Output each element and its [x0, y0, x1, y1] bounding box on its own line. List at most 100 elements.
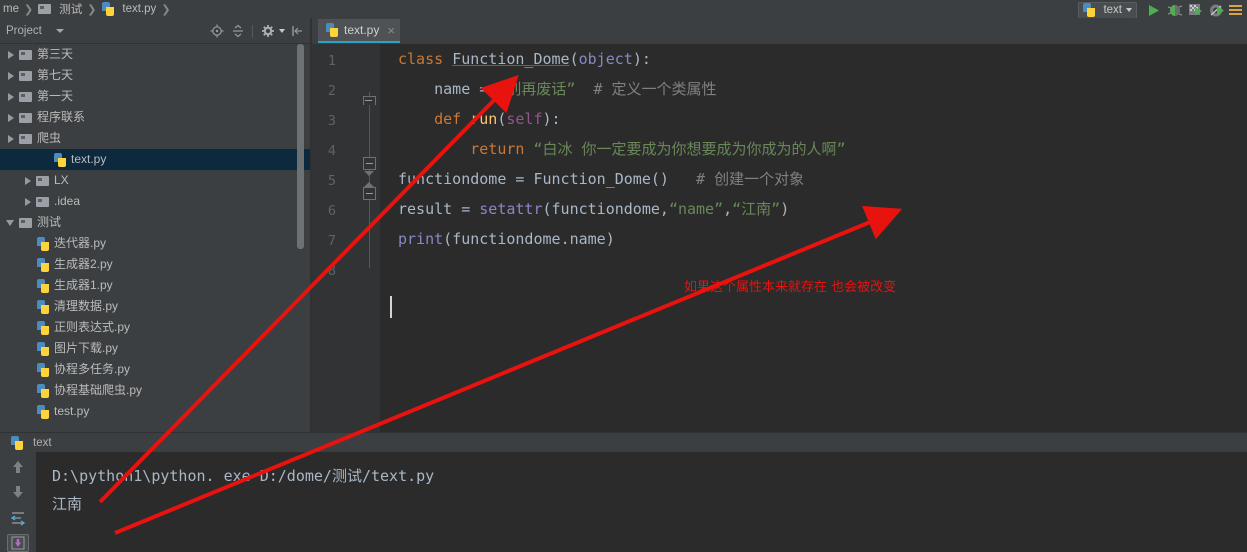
chevron-down-icon[interactable]	[279, 29, 285, 33]
down-arrow-icon[interactable]	[7, 483, 29, 501]
tree-node[interactable]: 正则表达式.py	[0, 317, 310, 338]
code-editor[interactable]: 12345678 class Function_Dome(object): na…	[312, 44, 1247, 432]
tree-node[interactable]: 爬虫	[0, 128, 310, 149]
tree-node[interactable]: 清理数据.py	[0, 296, 310, 317]
twisty-closed-icon[interactable]	[6, 113, 16, 123]
code-token-op: (	[443, 230, 453, 248]
fold-marker-class[interactable]	[363, 96, 376, 109]
tree-node[interactable]: 图片下载.py	[0, 338, 310, 359]
console-output[interactable]: D:\python1\python. exe D:/dome/测试/text.p…	[36, 452, 1247, 552]
tree-node[interactable]: 第一天	[0, 86, 310, 107]
twisty-closed-icon[interactable]	[23, 176, 33, 186]
tree-node-label: test.py	[54, 404, 90, 418]
tree-node[interactable]: 程序联系	[0, 107, 310, 128]
profile-icon[interactable]	[1206, 0, 1227, 20]
tree-node[interactable]: 生成器2.py	[0, 254, 310, 275]
up-arrow-icon[interactable]	[7, 458, 29, 476]
line-number: 5	[327, 173, 336, 189]
code-token-kw: def	[434, 110, 471, 128]
run-configuration-selector[interactable]: text	[1078, 1, 1137, 19]
tree-node[interactable]: 迭代器.py	[0, 233, 310, 254]
project-panel-toolbar	[207, 18, 306, 44]
code-token-cmt: # 创建一个对象	[668, 170, 805, 188]
locate-icon[interactable]	[207, 22, 226, 41]
code-token-id: Function_Dome	[533, 170, 651, 188]
project-panel-title: Project	[6, 24, 42, 37]
tree-node[interactable]: 生成器1.py	[0, 275, 310, 296]
tree-node[interactable]: test.py	[0, 401, 310, 422]
twisty-closed-icon[interactable]	[23, 197, 33, 207]
code-line[interactable]: result = setattr(functiondome,“name”,“江南…	[398, 194, 789, 224]
tree-node-label: 生成器1.py	[54, 278, 113, 292]
collapse-all-icon[interactable]	[228, 22, 247, 41]
twisty-closed-icon[interactable]	[6, 92, 16, 102]
folder-icon	[36, 195, 50, 209]
line-number: 8	[327, 263, 336, 279]
close-icon[interactable]: ×	[387, 24, 395, 37]
debug-icon[interactable]	[1164, 0, 1185, 20]
line-number: 4	[327, 143, 336, 159]
folder-icon	[19, 69, 33, 83]
code-line[interactable]: class Function_Dome(object):	[398, 44, 651, 74]
fold-guide-line	[369, 92, 370, 268]
fold-marker-body[interactable]	[363, 187, 376, 200]
soft-wrap-icon[interactable]	[7, 508, 29, 526]
coverage-icon[interactable]	[1185, 0, 1206, 20]
code-line[interactable]: functiondome = Function_Dome() # 创建一个对象	[398, 164, 804, 194]
hide-panel-icon[interactable]	[287, 22, 306, 41]
tree-node[interactable]: .idea	[0, 191, 310, 212]
twisty-closed-icon[interactable]	[6, 134, 16, 144]
breadcrumb-item-file[interactable]: text.py	[101, 0, 156, 18]
tree-node[interactable]: 协程多任务.py	[0, 359, 310, 380]
tree-node[interactable]: 第三天	[0, 44, 310, 65]
chevron-down-icon[interactable]	[55, 28, 64, 33]
code-line[interactable]: return “白冰 你一定要成为你想要成为你成为的人啊”	[398, 134, 845, 164]
code-line[interactable]: def run(self):	[398, 104, 560, 134]
breadcrumb-item-project[interactable]: me	[0, 0, 19, 18]
twisty-placeholder	[23, 239, 33, 249]
fold-arrow-down-icon	[364, 171, 374, 176]
chevron-down-icon	[1126, 8, 1132, 12]
twisty-placeholder	[23, 260, 33, 270]
project-tree[interactable]: 第三天 第七天 第一天 程序联系 爬虫 text.py LX .idea 测试 迭代器.py 生成器…	[0, 44, 310, 432]
editor-tab-text-py[interactable]: text.py ×	[318, 19, 400, 43]
tree-node-label: .idea	[54, 194, 81, 208]
tree-node-label: 协程多任务.py	[54, 362, 131, 376]
breadcrumb-label: me	[3, 3, 19, 15]
tree-node[interactable]: text.py	[0, 149, 310, 170]
code-token-op: =	[515, 170, 534, 188]
run-icon[interactable]	[1143, 0, 1164, 20]
breadcrumb-item-folder[interactable]: 测试	[38, 0, 82, 18]
twisty-placeholder	[23, 386, 33, 396]
tree-node[interactable]: 协程基础爬虫.py	[0, 380, 310, 401]
red-annotation-text: 如果这个属性本来就存在 也会被改变	[684, 280, 897, 295]
code-token-id: result	[398, 200, 462, 218]
scroll-to-end-icon[interactable]	[7, 533, 29, 552]
code-token-bi: print	[398, 230, 444, 248]
twisty-closed-icon[interactable]	[6, 71, 16, 81]
code-token-op: =	[479, 80, 498, 98]
code-line[interactable]: name = “别再废话” # 定义一个类属性	[398, 74, 716, 104]
tree-node-label: text.py	[71, 152, 107, 166]
breadcrumb-label: text.py	[122, 3, 157, 15]
editor-tab-label: text.py	[344, 23, 380, 37]
settings-gear-icon[interactable]	[258, 22, 277, 41]
code-content[interactable]: class Function_Dome(object): name = “别再废…	[380, 44, 1247, 432]
project-tree-scrollbar[interactable]	[297, 44, 304, 249]
tree-node-label: 测试	[37, 215, 62, 229]
fold-marker-def[interactable]	[363, 157, 376, 170]
code-token-str: “江南”	[732, 200, 781, 218]
tree-node[interactable]: 测试	[0, 212, 310, 233]
menu-icon[interactable]	[1229, 5, 1242, 15]
code-line[interactable]: print(functiondome.name)	[398, 224, 615, 254]
code-token-kw: return	[470, 140, 534, 158]
code-token-kw: class	[398, 50, 453, 68]
tree-node-label: 爬虫	[37, 131, 62, 145]
editor-gutter[interactable]: 1 2 3 4 5 6 7 8	[312, 44, 380, 432]
tree-node[interactable]: LX	[0, 170, 310, 191]
tree-node[interactable]: 第七天	[0, 65, 310, 86]
project-panel-header: Project	[0, 18, 310, 44]
run-tab-text[interactable]: text	[0, 435, 52, 450]
twisty-closed-icon[interactable]	[6, 50, 16, 60]
twisty-open-icon[interactable]	[6, 218, 16, 228]
